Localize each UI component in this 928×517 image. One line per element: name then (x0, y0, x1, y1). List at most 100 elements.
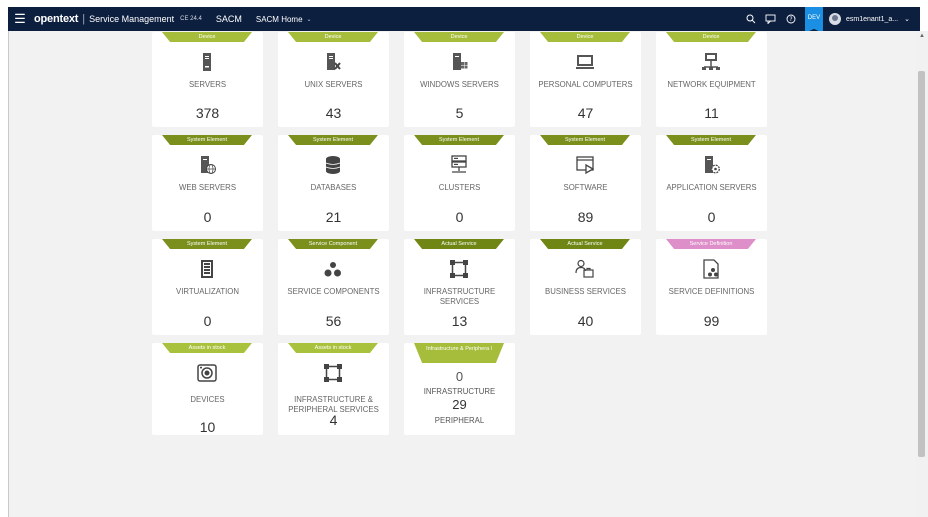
tile-label: SERVICE DEFINITIONS (668, 287, 755, 296)
scroll-up-icon[interactable]: ▲ (919, 33, 925, 39)
category-tag: System Element (414, 135, 504, 145)
tile-label: NETWORK EQUIPMENT (667, 80, 756, 89)
category-tag: Infrastructure & Periphera l (414, 343, 504, 363)
tile-label: INFRASTRUCTURE (423, 387, 496, 396)
tile-clusters[interactable]: System Element CLUSTERS 0 (404, 135, 515, 231)
product-name: Service Management (89, 14, 175, 24)
category-tag: Service Component (288, 239, 378, 249)
category-tag: Device (540, 32, 630, 42)
content-area: Device SERVERS 378 Device UNIX SERVERS 43 Devi… (8, 31, 916, 517)
software-icon (575, 155, 595, 175)
search-icon[interactable] (743, 11, 759, 27)
tile-grid: Device SERVERS 378 Device UNIX SERVERS 43 Devi… (9, 31, 916, 517)
brand-divider: | (82, 13, 86, 25)
home-label: SACM Home (255, 14, 303, 24)
tile-count: 10 (199, 419, 216, 435)
tile-databases[interactable]: System Element DATABASES 21 (278, 135, 389, 231)
tile-label: SERVERS (188, 80, 227, 89)
vertical-scrollbar[interactable]: ▲ (916, 31, 928, 517)
category-tag: Assets in stock (288, 343, 378, 353)
tile-label: PERIPHERAL (434, 416, 485, 425)
devices-icon (197, 363, 217, 383)
tile-count: 0 (203, 209, 212, 225)
hamburger-icon[interactable]: ☰ (8, 11, 32, 27)
tile-count: 99 (703, 313, 720, 329)
tile-count: 0 (455, 209, 464, 225)
user-name[interactable]: esm1enant1_a... (846, 16, 898, 23)
tile-count: 0 (203, 313, 212, 329)
chat-icon[interactable] (763, 11, 779, 27)
tile-infrastructure-services[interactable]: Actual Service INFRASTRUCTURE SERVICES 13 (404, 239, 515, 335)
tile-service-definitions[interactable]: Service Definition SERVICE DEFINITIONS 99 (656, 239, 767, 335)
chevron-down-icon[interactable]: ⌄ (904, 15, 910, 23)
avatar[interactable] (828, 13, 841, 25)
category-tag: Device (666, 32, 756, 42)
tile-label: VIRTUALIZATION (176, 287, 239, 296)
tile-devices[interactable]: Assets in stock DEVICES 10 (152, 343, 263, 435)
category-tag: Device (162, 32, 252, 42)
tile-windows-servers[interactable]: Device WINDOWS SERVERS 5 (404, 32, 515, 127)
category-tag: Actual Service (540, 239, 630, 249)
tile-count: 56 (325, 313, 342, 329)
tile-count: 29 (452, 397, 467, 412)
tile-network-equipment[interactable]: Device NETWORK EQUIPMENT 11 (656, 32, 767, 127)
tile-count: 40 (577, 313, 594, 329)
tile-count: 21 (325, 209, 342, 225)
category-tag: Device (414, 32, 504, 42)
server-icon (197, 52, 217, 72)
category-tag: Actual Service (414, 239, 504, 249)
tile-count: 47 (577, 105, 594, 121)
top-bar: ☰ opentext | Service Management CE 24.4 … (8, 7, 920, 33)
application-server-icon (701, 155, 721, 175)
web-server-icon (197, 155, 217, 175)
monitor-icon (575, 52, 595, 72)
tile-label: WINDOWS SERVERS (420, 80, 499, 89)
service-component-icon (323, 259, 343, 279)
tile-label: PERSONAL COMPUTERS (538, 80, 633, 89)
network-icon (701, 52, 721, 72)
category-tag: System Element (288, 135, 378, 145)
service-definition-icon (701, 259, 721, 279)
tile-infrastructure-peripheral[interactable]: Infrastructure & Periphera l 0 INFRASTRUCT… (404, 343, 515, 435)
tile-virtualization[interactable]: System Element VIRTUALIZATION 0 (152, 239, 263, 335)
tile-software[interactable]: System Element SOFTWARE 89 (530, 135, 641, 231)
unix-server-icon (323, 52, 343, 72)
tile-label: BUSINESS SERVICES (545, 287, 626, 296)
tile-count: 0 (707, 209, 716, 225)
tile-application-servers[interactable]: System Element APPLICATION SERVERS 0 (656, 135, 767, 231)
svg-text:?: ? (789, 16, 792, 23)
category-tag: Assets in stock (162, 343, 252, 353)
version-label: CE 24.4 (180, 16, 202, 22)
tile-business-services[interactable]: Actual Service BUSINESS SERVICES 40 (530, 239, 641, 335)
tile-count: 5 (455, 105, 464, 121)
env-badge: DEV (804, 7, 823, 33)
tile-personal-computers[interactable]: Device PERSONAL COMPUTERS 47 (530, 32, 641, 127)
tile-unix-servers[interactable]: Device UNIX SERVERS 43 (278, 32, 389, 127)
category-tag: Service Definition (666, 239, 756, 249)
category-tag: System Element (162, 239, 252, 249)
tile-label: DATABASES (310, 183, 357, 192)
infrastructure-peripheral-icon (323, 363, 343, 383)
tile-servers[interactable]: Device SERVERS 378 (152, 32, 263, 127)
home-dropdown[interactable]: SACM Home ⌄ (256, 15, 312, 24)
tile-label: APPLICATION SERVERS (666, 183, 757, 192)
business-services-icon (575, 259, 595, 279)
app-name[interactable]: SACM (216, 14, 242, 24)
tile-web-servers[interactable]: System Element WEB SERVERS 0 (152, 135, 263, 231)
tile-count: 43 (325, 105, 342, 121)
category-tag: Device (288, 32, 378, 42)
tile-count: 11 (704, 105, 719, 121)
tile-count: 4 (329, 412, 338, 428)
tile-label: SOFTWARE (563, 183, 608, 192)
category-tag: System Element (162, 135, 252, 145)
virtualization-icon (197, 259, 217, 279)
brand-logo[interactable]: opentext (34, 13, 78, 25)
tile-count: 89 (577, 209, 594, 225)
category-tag: System Element (666, 135, 756, 145)
tile-infrastructure-peripheral-services[interactable]: Assets in stock INFRASTRUCTURE & PERIPHER… (278, 343, 389, 435)
tile-service-components[interactable]: Service Component SERVICE COMPONENTS 56 (278, 239, 389, 335)
tile-label: UNIX SERVERS (304, 80, 363, 89)
tile-label: WEB SERVERS (178, 183, 237, 192)
scroll-thumb[interactable] (918, 71, 925, 457)
help-icon[interactable]: ? (783, 11, 799, 27)
